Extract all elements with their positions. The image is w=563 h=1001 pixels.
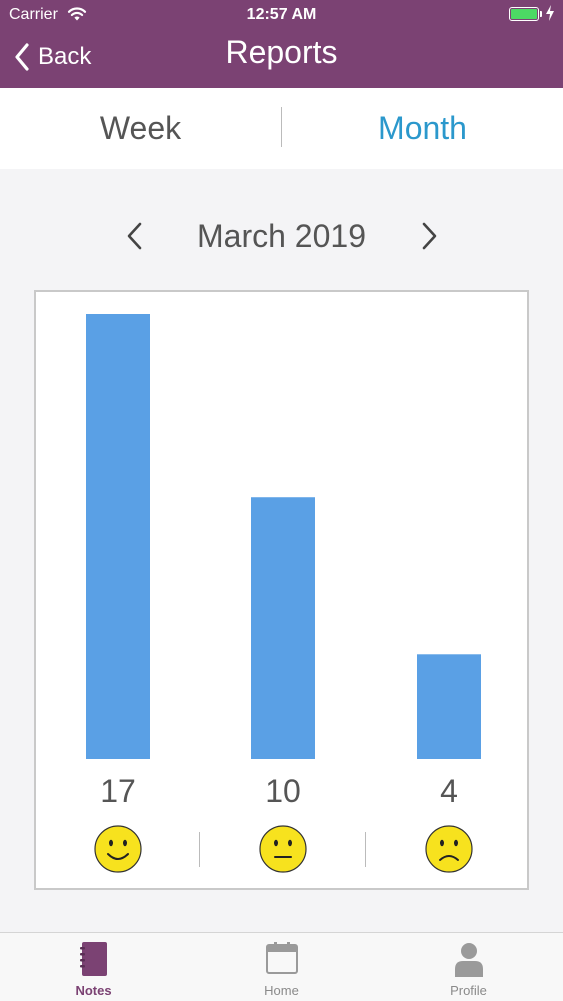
bar-value-label: 17 xyxy=(100,773,136,809)
chart-bar xyxy=(86,314,150,759)
period-segmented-control: Week Month xyxy=(0,88,563,169)
calendar-icon xyxy=(188,941,375,975)
clock: 12:57 AM xyxy=(246,6,317,23)
smiley-neutral-icon xyxy=(259,825,307,873)
top-bar: Carrier 12:57 AM Back Reports xyxy=(0,0,563,88)
bar-value-label: 4 xyxy=(440,773,458,809)
month-label: March 2019 xyxy=(197,218,366,254)
mood-bar-chart: 17 10 4 xyxy=(86,314,481,873)
battery-icon xyxy=(509,7,542,21)
segment-week[interactable]: Week xyxy=(0,88,281,169)
chevron-right-icon[interactable] xyxy=(414,218,444,254)
tab-home-label: Home xyxy=(264,983,299,998)
tab-home[interactable]: Home xyxy=(188,933,375,1001)
tab-notes-label: Notes xyxy=(75,983,112,998)
tab-profile-label: Profile xyxy=(450,983,487,998)
tab-notes[interactable]: Notes xyxy=(0,933,187,1001)
chart-bar xyxy=(251,497,315,759)
tab-bar: Notes Home Profile xyxy=(0,932,563,1001)
charging-icon xyxy=(545,5,555,24)
smiley-sad-icon xyxy=(425,825,473,873)
mood-chart-card: 17 10 4 xyxy=(34,290,529,890)
month-selector: March 2019 xyxy=(0,210,563,262)
bar-value-label: 10 xyxy=(265,773,301,809)
segment-month[interactable]: Month xyxy=(282,88,563,169)
smiley-happy-icon xyxy=(94,825,142,873)
page-title: Reports xyxy=(225,34,338,70)
status-bar: Carrier 12:57 AM xyxy=(0,0,563,30)
tab-profile[interactable]: Profile xyxy=(375,933,562,1001)
notebook-icon xyxy=(0,941,187,977)
person-icon xyxy=(375,941,562,977)
chart-bar xyxy=(417,654,481,759)
